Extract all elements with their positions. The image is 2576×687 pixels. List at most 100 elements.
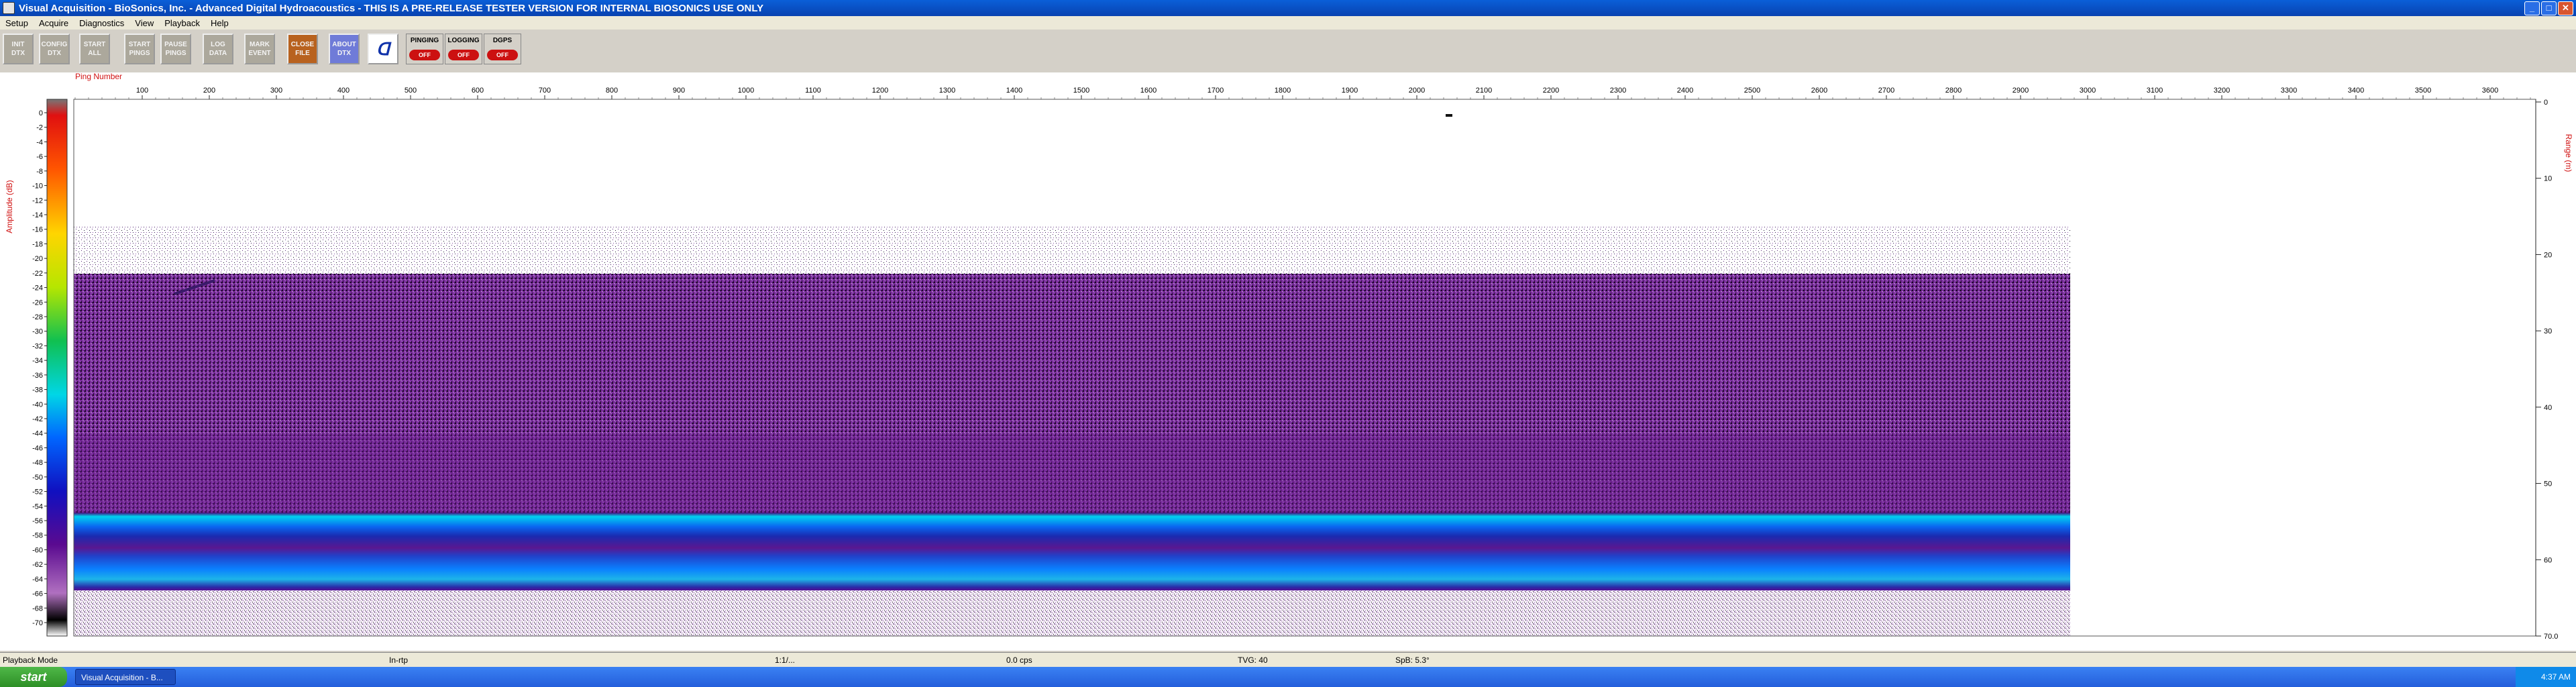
ping-tick-label: 3200 [2214,87,2230,95]
about-dtx-button[interactable]: ABOUT DTX [329,34,360,64]
amplitude-tick-label: -12 [32,197,43,205]
ping-tick-label: 900 [673,87,685,95]
mark-event-button[interactable]: MARK EVENT [244,34,275,64]
status-rtp: In-rtp [389,655,409,665]
pinging-state: OFF [409,50,440,60]
logging-label: LOGGING [447,37,480,44]
ping-tick-label: 2200 [1543,87,1559,95]
ping-tick-label: 2800 [1945,87,1962,95]
amplitude-tick-label: -14 [32,211,43,219]
start-button[interactable]: start [0,667,67,687]
ping-tick-label: 2600 [1811,87,1827,95]
pinging-indicator: PINGING OFF [406,34,443,64]
range-ticks: 0 10 20 30 40 50 60 70.0 [2535,99,2558,641]
amplitude-tick-label: -26 [32,299,43,307]
menu-bar: Setup Acquire Diagnostics View Playback … [0,16,2576,30]
system-tray: 4:37 AM [2516,667,2576,687]
amplitude-tick-label: -56 [32,517,43,525]
amplitude-tick-label: -44 [32,430,43,438]
amplitude-tick-label: -42 [32,415,43,423]
config-dtx-button[interactable]: CONFIG DTX [39,34,70,64]
ping-tick-label: 1600 [1140,87,1157,95]
menu-diagnostics[interactable]: Diagnostics [74,18,129,28]
range-tick-label: 50 [2544,480,2552,488]
status-tvg: TVG: 40 [1238,655,1268,665]
taskbar-item-visual-acquisition[interactable]: Visual Acquisition - B... [75,669,176,685]
ping-tick-label: 3500 [2415,87,2431,95]
ping-tick-label: 700 [539,87,551,95]
amplitude-tick-label: -48 [32,459,43,467]
amplitude-tick-label: 0 [39,109,43,117]
ping-tick-label: 2000 [1409,87,1425,95]
status-cps: 0.0 cps [1006,655,1032,665]
ping-tick-label: 3000 [2080,87,2096,95]
amplitude-tick-label: -8 [36,168,43,176]
amplitude-tick-label: -32 [32,342,43,350]
amplitude-tick-label: -22 [32,270,43,278]
ping-tick-label: 800 [606,87,618,95]
ping-tick-label: 1700 [1208,87,1224,95]
amplitude-axis-title: Amplitude (dB) [5,180,14,233]
range-tick-label: 70.0 [2544,633,2558,641]
app-icon [3,2,15,14]
ping-tick-label: 1300 [939,87,955,95]
ping-tick-label: 400 [337,87,350,95]
amplitude-tick-label: -40 [32,401,43,409]
range-tick-label: 60 [2544,556,2552,564]
logging-indicator: LOGGING OFF [445,34,482,64]
ping-tick-label: 600 [472,87,484,95]
start-all-button[interactable]: START ALL [79,34,110,64]
ping-tick-label: 100 [136,87,148,95]
amplitude-tick-label: -34 [32,357,43,365]
logging-state: OFF [448,50,479,60]
init-dtx-button[interactable]: INIT DTX [3,34,34,64]
pinging-label: PINGING [410,37,439,44]
log-data-button[interactable]: LOG DATA [203,34,233,64]
amplitude-tick-label: -58 [32,532,43,540]
amplitude-tick-label: -4 [36,138,43,146]
amplitude-color-bar [46,99,68,637]
dgps-label: DGPS [492,37,513,44]
ping-tick-label: 2300 [1610,87,1626,95]
menu-setup[interactable]: Setup [0,18,34,28]
pause-pings-button[interactable]: PAUSE PINGS [160,34,191,64]
ping-tick-label: 200 [203,87,215,95]
ping-tick-label: 300 [270,87,282,95]
amplitude-tick-label: -30 [32,328,43,336]
taskbar: start Visual Acquisition - B... 4:37 AM [0,667,2576,687]
amplitude-tick-label: -64 [32,576,43,584]
amplitude-tick-label: -36 [32,372,43,380]
menu-view[interactable]: View [129,18,159,28]
amplitude-tick-label: -70 [32,619,43,627]
close-file-button[interactable]: CLOSE FILE [287,34,318,64]
amplitude-tick-label: -10 [32,182,43,191]
status-mode: Playback Mode [3,655,58,665]
range-tick-label: 30 [2544,327,2552,335]
amplitude-tick-label: -16 [32,226,43,234]
window-controls: _ □ ✕ [2524,1,2573,15]
amplitude-tick-label: -38 [32,386,43,394]
close-icon[interactable]: ✕ [2558,1,2573,15]
amplitude-tick-label: -18 [32,240,43,248]
menu-acquire[interactable]: Acquire [34,18,74,28]
amplitude-tick-label: -28 [32,313,43,321]
clock: 4:37 AM [2540,672,2571,682]
menu-playback[interactable]: Playback [159,18,205,28]
amplitude-tick-label: -46 [32,444,43,452]
ping-tick-label: 2400 [1677,87,1693,95]
maximize-icon[interactable]: □ [2541,1,2557,15]
minimize-icon[interactable]: _ [2524,1,2540,15]
echogram-image [73,99,2536,637]
amplitude-tick-label: -60 [32,546,43,554]
menu-help[interactable]: Help [205,18,234,28]
ping-tick-label: 2700 [1878,87,1894,95]
start-pings-button[interactable]: START PINGS [124,34,155,64]
window-title: Visual Acquisition - BioSonics, Inc. - A… [19,2,764,14]
status-scale: 1:1/... [775,655,796,665]
amplitude-tick-label: -6 [36,153,43,161]
range-tick-label: 20 [2544,251,2552,259]
range-tick-label: 10 [2544,175,2552,183]
dgps-state: OFF [487,50,518,60]
ping-tick-label: 1400 [1006,87,1022,95]
ping-tick-label: 3300 [2281,87,2297,95]
